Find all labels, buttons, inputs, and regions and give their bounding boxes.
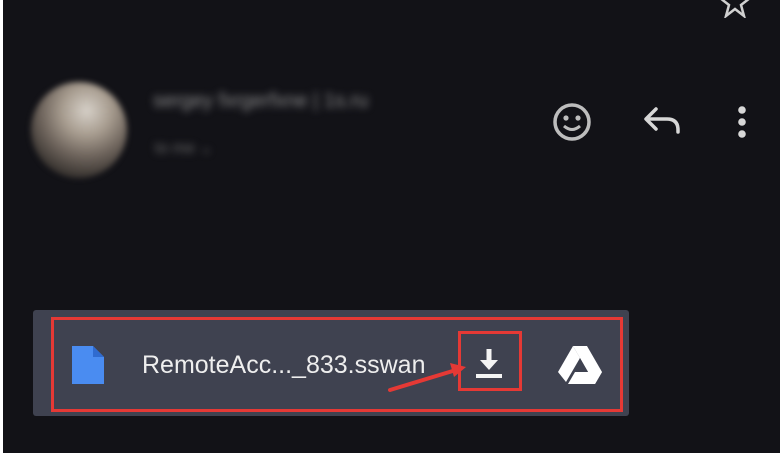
- recipient-details[interactable]: to me ⌄: [155, 139, 265, 159]
- annotation-arrow: [388, 363, 466, 392]
- download-icon[interactable]: [471, 345, 507, 381]
- sender-avatar[interactable]: [31, 82, 127, 178]
- emoji-reaction-icon[interactable]: [550, 100, 594, 144]
- file-icon: [72, 346, 104, 384]
- reply-icon[interactable]: [641, 101, 683, 141]
- email-view: sergey fxrgerfxne | 1s.ru to me ⌄ Remote…: [3, 0, 780, 453]
- star-icon[interactable]: [719, 0, 751, 18]
- google-drive-icon[interactable]: [555, 344, 605, 386]
- more-options-icon[interactable]: [730, 100, 754, 144]
- sender-name: sergey fxrgerfxne | 1s.ru: [153, 90, 369, 112]
